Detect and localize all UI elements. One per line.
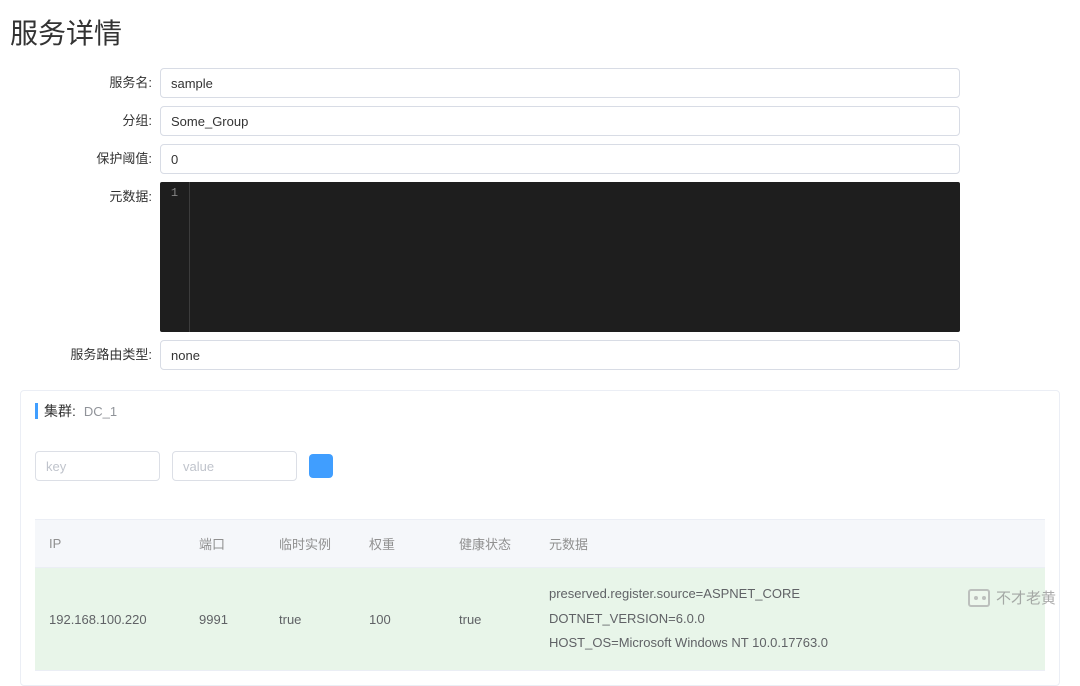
cell-ephemeral: true [265, 568, 355, 671]
col-port: 端口 [185, 520, 265, 568]
col-health: 健康状态 [445, 520, 535, 568]
cell-weight: 100 [355, 568, 445, 671]
input-route-type[interactable] [160, 340, 960, 370]
watermark: 不才老黄 [968, 587, 1056, 608]
filter-key-input[interactable] [35, 451, 160, 481]
cluster-label: 集群: [44, 401, 76, 421]
editor-gutter: 1 [160, 182, 190, 332]
watermark-text: 不才老黄 [996, 587, 1056, 608]
col-ip: IP [35, 520, 185, 568]
row-threshold: 保护阈值: [0, 144, 1080, 174]
col-ephemeral: 临时实例 [265, 520, 355, 568]
row-group: 分组: [0, 106, 1080, 136]
filter-search-button[interactable] [309, 454, 333, 478]
filter-row [35, 451, 1045, 481]
cell-metadata: preserved.register.source=ASPNET_CORE DO… [535, 568, 1045, 671]
cluster-header: 集群: DC_1 [35, 401, 1045, 421]
label-metadata: 元数据: [0, 182, 160, 212]
cell-port: 9991 [185, 568, 265, 671]
table-header-row: IP 端口 临时实例 权重 健康状态 元数据 [35, 520, 1045, 568]
cluster-card: 集群: DC_1 IP 端口 临时实例 权重 健康状态 元数据 192.168.… [20, 390, 1060, 686]
cell-ip: 192.168.100.220 [35, 568, 185, 671]
col-metadata: 元数据 [535, 520, 1045, 568]
wechat-icon [968, 589, 990, 607]
row-service-name: 服务名: [0, 68, 1080, 98]
input-service-name[interactable] [160, 68, 960, 98]
input-group[interactable] [160, 106, 960, 136]
col-weight: 权重 [355, 520, 445, 568]
table-row[interactable]: 192.168.100.220 9991 true 100 true prese… [35, 568, 1045, 671]
cell-health: true [445, 568, 535, 671]
cluster-name: DC_1 [84, 404, 117, 419]
label-threshold: 保护阈值: [0, 144, 160, 174]
page-title: 服务详情 [0, 0, 1080, 68]
metadata-code-editor[interactable]: 1 [160, 182, 960, 332]
cluster-accent-bar [35, 403, 38, 419]
input-threshold[interactable] [160, 144, 960, 174]
filter-value-input[interactable] [172, 451, 297, 481]
row-route-type: 服务路由类型: [0, 340, 1080, 370]
row-metadata: 元数据: 1 [0, 182, 1080, 332]
instances-table: IP 端口 临时实例 权重 健康状态 元数据 192.168.100.220 9… [35, 519, 1045, 671]
metadata-line: preserved.register.source=ASPNET_CORE [549, 582, 1031, 607]
label-group: 分组: [0, 106, 160, 136]
label-service-name: 服务名: [0, 68, 160, 98]
label-route-type: 服务路由类型: [0, 340, 160, 370]
metadata-line: HOST_OS=Microsoft Windows NT 10.0.17763.… [549, 631, 1031, 656]
